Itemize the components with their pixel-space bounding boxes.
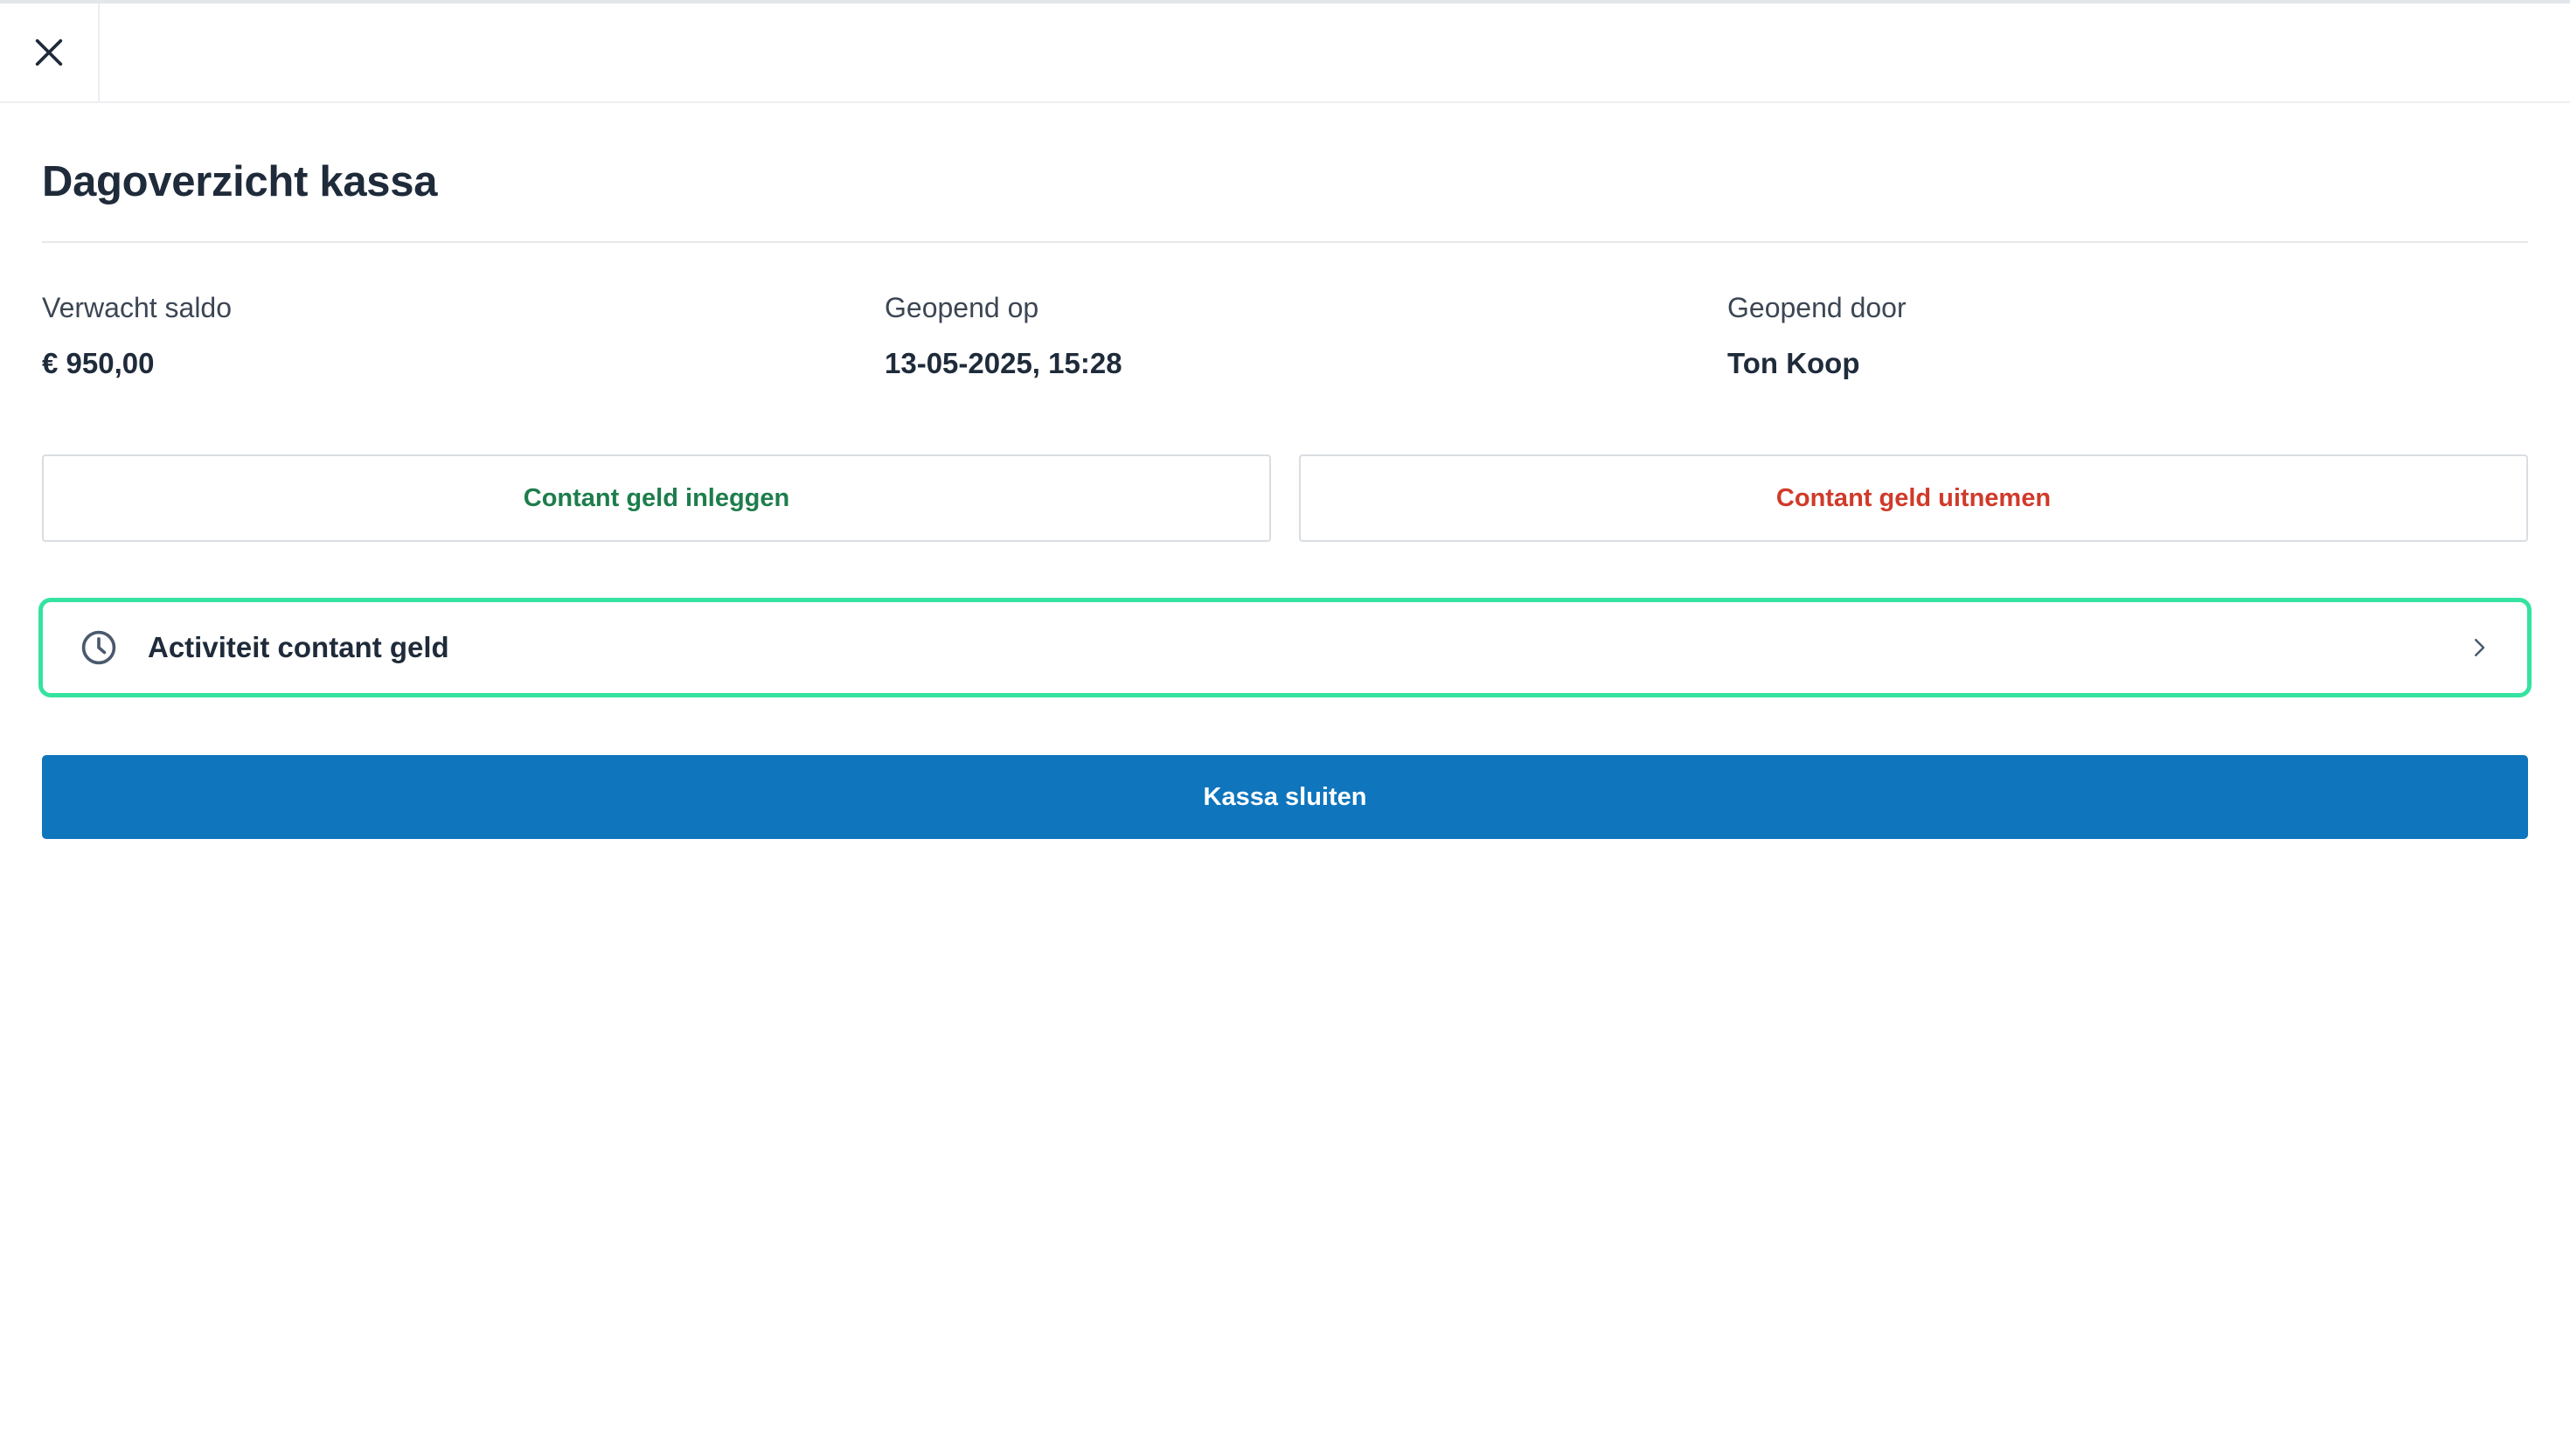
page-title: Dagoverzicht kassa [42,158,438,205]
expected-balance-label: Verwacht saldo [42,292,233,323]
opened-on-value: 13-05-2025, 15:28 [885,347,1122,379]
close-register-button[interactable]: Kassa sluiten [42,755,2528,839]
chevron-right-icon [2466,634,2492,661]
title-divider [42,241,2528,243]
cash-in-button[interactable]: Contant geld inleggen [42,454,1271,542]
opened-on-label: Geopend op [885,292,1039,323]
cash-activity-row[interactable]: Activiteit contant geld [38,598,2532,697]
clock-icon [80,628,118,667]
top-bar [0,0,2570,103]
expected-balance-value: € 950,00 [42,347,155,379]
cash-activity-label: Activiteit contant geld [148,631,449,663]
close-button[interactable] [0,3,100,101]
opened-by: Geopend door Ton Koop [1727,290,2514,381]
close-icon [35,38,63,66]
expected-balance: Verwacht saldo € 950,00 [42,290,829,381]
opened-by-value: Ton Koop [1727,347,1860,379]
opened-by-label: Geopend door [1727,292,1907,323]
opened-on: Geopend op 13-05-2025, 15:28 [885,290,1671,381]
cash-out-button[interactable]: Contant geld uitnemen [1299,454,2528,542]
